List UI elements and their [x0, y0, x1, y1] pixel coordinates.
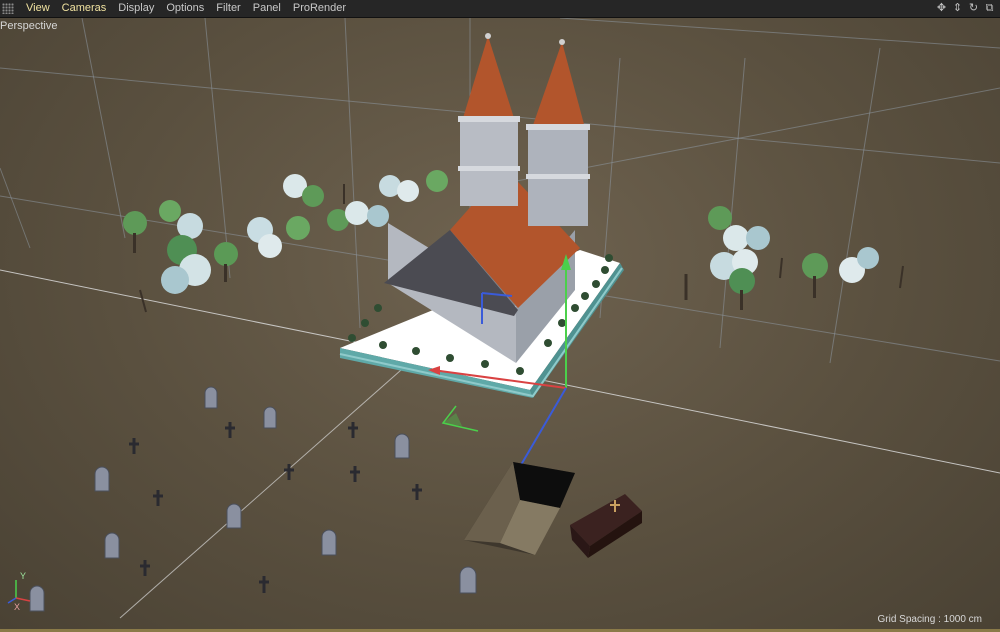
- scene-render[interactable]: Y X: [0, 18, 1000, 629]
- menu-view[interactable]: View: [20, 0, 56, 17]
- axis-y-label: Y: [20, 571, 26, 581]
- menu-prorender[interactable]: ProRender: [287, 0, 352, 17]
- camera-name-label[interactable]: Perspective: [0, 20, 57, 32]
- grid-spacing-readout: Grid Spacing : 1000 cm: [877, 614, 983, 625]
- trees-right[interactable]: [684, 206, 904, 310]
- maximize-view-icon[interactable]: ⧉: [983, 1, 996, 15]
- axis-x-label: X: [14, 602, 20, 612]
- move-view-icon[interactable]: ✥: [935, 1, 948, 15]
- panel-grip-icon[interactable]: [2, 3, 14, 14]
- cinema4d-viewport-window: View Cameras Display Options Filter Pane…: [0, 0, 1000, 632]
- menu-panel[interactable]: Panel: [247, 0, 287, 17]
- dolly-icon[interactable]: ⇕: [951, 1, 964, 15]
- tombstones[interactable]: [29, 386, 477, 612]
- coffin[interactable]: [570, 494, 642, 558]
- grave-crosses[interactable]: [129, 422, 422, 593]
- open-grave[interactable]: [464, 462, 575, 555]
- menu-filter[interactable]: Filter: [210, 0, 246, 17]
- rotate-view-icon[interactable]: ↻: [967, 1, 980, 15]
- menu-cameras[interactable]: Cameras: [56, 0, 113, 17]
- menu-options[interactable]: Options: [160, 0, 210, 17]
- viewport-menu-bar: View Cameras Display Options Filter Pane…: [0, 0, 1000, 18]
- menu-display[interactable]: Display: [112, 0, 160, 17]
- world-axis-indicator: Y X: [7, 571, 31, 612]
- view-navigation-icons: ✥ ⇕ ↻ ⧉: [935, 1, 996, 15]
- perspective-viewport[interactable]: Y X Perspective Grid Spacing : 1000 cm: [0, 18, 1000, 629]
